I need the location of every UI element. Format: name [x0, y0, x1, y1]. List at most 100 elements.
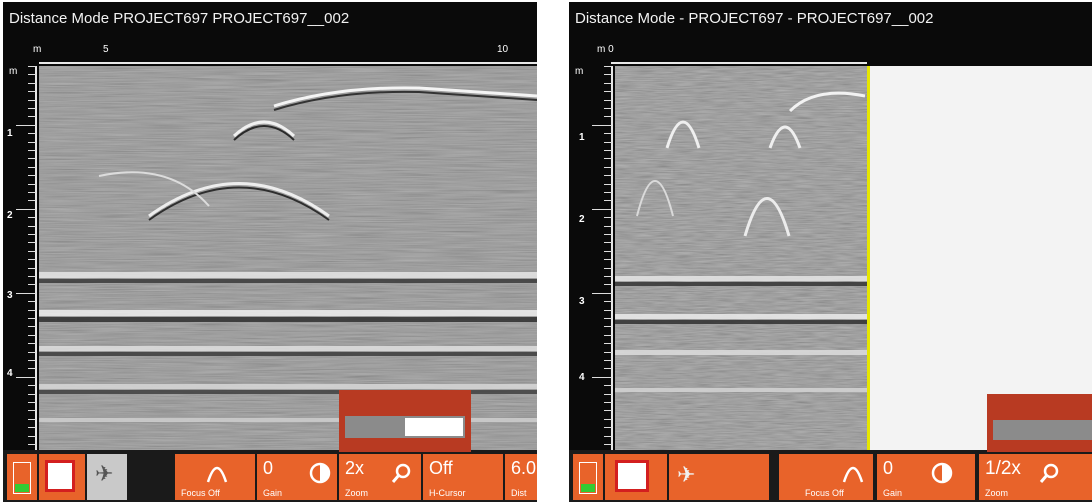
depth-minor-tick [28, 133, 36, 135]
depth-minor-tick [604, 267, 612, 269]
storage-card-icon [615, 460, 649, 492]
depth-minor-tick [604, 360, 612, 361]
depth-minor-tick [592, 292, 612, 294]
depth-minor-tick [28, 91, 36, 93]
distance-scale-line [39, 62, 537, 64]
radargram-image [615, 66, 867, 450]
zoom-label: Zoom [985, 488, 1009, 498]
gain-button[interactable]: 0 Gain [257, 454, 337, 500]
depth-minor-tick [604, 259, 612, 261]
distance-scale: m 0 [569, 36, 1092, 66]
depth-minor-tick [604, 444, 612, 445]
zoom-value: 1/2x [985, 458, 1021, 479]
focus-button[interactable]: Focus Off [779, 454, 873, 500]
zoom-button[interactable]: 2x Zoom [339, 454, 421, 500]
depth-minor-tick [604, 301, 612, 303]
contrast-icon [931, 462, 953, 484]
distance-scale-line [611, 62, 867, 64]
distance-label: Dist [511, 488, 527, 498]
gain-label: Gain [263, 488, 283, 498]
gain-button[interactable]: 0 Gain [877, 454, 975, 500]
depth-minor-tick [28, 326, 36, 328]
depth-minor-tick [604, 133, 612, 135]
depth-minor-tick [28, 334, 36, 336]
depth-minor-tick [28, 343, 36, 345]
h-cursor-button[interactable]: Off H-Cursor [423, 454, 503, 500]
bottom-toolbar: ✈ Focus Off 0 Gain 1/2x Zoom [569, 450, 1092, 502]
gps-button[interactable]: ✈ [87, 454, 127, 500]
depth-minor-tick [28, 116, 36, 118]
zoom-popup [987, 394, 1092, 452]
zoom-slider-track[interactable] [345, 416, 465, 438]
distance-scale: m 5 10 [3, 36, 537, 66]
gps-button[interactable]: ✈ [669, 454, 769, 500]
depth-tick-label: 3 [7, 290, 13, 301]
depth-minor-tick [16, 208, 36, 210]
depth-minor-tick [604, 368, 612, 370]
storage-button[interactable] [605, 454, 667, 500]
depth-tick-label: 1 [7, 128, 13, 139]
depth-scale: m 1 2 3 4 [569, 66, 615, 450]
depth-minor-tick [604, 309, 612, 311]
depth-minor-tick [28, 166, 36, 168]
radargram-canvas[interactable] [615, 66, 867, 450]
depth-minor-tick [604, 334, 612, 336]
depth-minor-tick [16, 376, 36, 378]
window-title: Distance Mode - PROJECT697 - PROJECT697_… [569, 2, 1092, 36]
satellite-icon: ✈ [95, 461, 114, 486]
depth-minor-tick [604, 242, 612, 244]
zoom-slider-thumb[interactable] [405, 418, 463, 436]
depth-minor-tick [28, 66, 36, 67]
zoom-value: 2x [345, 458, 365, 478]
gain-label: Gain [883, 488, 903, 498]
focus-button[interactable]: Focus Off [175, 454, 255, 500]
depth-minor-tick [28, 318, 36, 319]
depth-minor-tick [604, 82, 612, 84]
hyperbola-icon [206, 466, 228, 483]
depth-minor-tick [28, 385, 36, 387]
depth-minor-tick [28, 250, 36, 252]
depth-minor-tick [604, 91, 612, 93]
depth-minor-tick [28, 234, 36, 235]
depth-unit: m [9, 66, 18, 77]
depth-unit: m [575, 66, 584, 77]
bottom-toolbar: ✈ Focus Off 0 Gain 2x Zoom Off H-Cursor … [3, 450, 537, 502]
depth-minor-tick [28, 360, 36, 361]
depth-minor-tick [28, 410, 36, 412]
zoom-button[interactable]: 1/2x Zoom [979, 454, 1092, 500]
depth-minor-tick [592, 124, 612, 126]
magnifier-icon [1039, 463, 1059, 483]
depth-minor-tick [28, 225, 36, 227]
depth-tick-label: 4 [579, 372, 585, 383]
depth-minor-tick [604, 318, 612, 319]
depth-scale-line [611, 66, 613, 450]
zoom-popup [339, 390, 471, 452]
distance-button[interactable]: 6.0 Dist [505, 454, 537, 500]
hyperbola-icon [842, 466, 864, 483]
depth-minor-tick [604, 66, 612, 67]
depth-minor-tick [604, 385, 612, 387]
storage-button[interactable] [39, 454, 85, 500]
depth-minor-tick [16, 292, 36, 294]
gpr-view-right: Distance Mode - PROJECT697 - PROJECT697_… [569, 2, 1092, 502]
depth-minor-tick [604, 402, 612, 403]
depth-minor-tick [28, 284, 36, 286]
focus-label: Focus Off [181, 488, 220, 498]
depth-minor-tick [28, 99, 36, 101]
depth-tick-label: 1 [579, 132, 585, 143]
depth-tick-label: 3 [579, 296, 585, 307]
depth-minor-tick [28, 402, 36, 403]
battery-status [573, 454, 603, 500]
depth-minor-tick [604, 351, 612, 353]
depth-minor-tick [592, 208, 612, 210]
gpr-view-left: Distance Mode PROJECT697 PROJECT697__002… [3, 2, 537, 502]
depth-minor-tick [28, 418, 36, 420]
depth-minor-tick [604, 418, 612, 420]
battery-icon [579, 462, 597, 494]
storage-card-icon [45, 460, 75, 492]
zoom-slider-track[interactable] [993, 420, 1092, 440]
depth-minor-tick [604, 435, 612, 437]
depth-minor-tick [28, 74, 36, 76]
empty-scan-area [870, 66, 1092, 450]
depth-minor-tick [592, 376, 612, 378]
